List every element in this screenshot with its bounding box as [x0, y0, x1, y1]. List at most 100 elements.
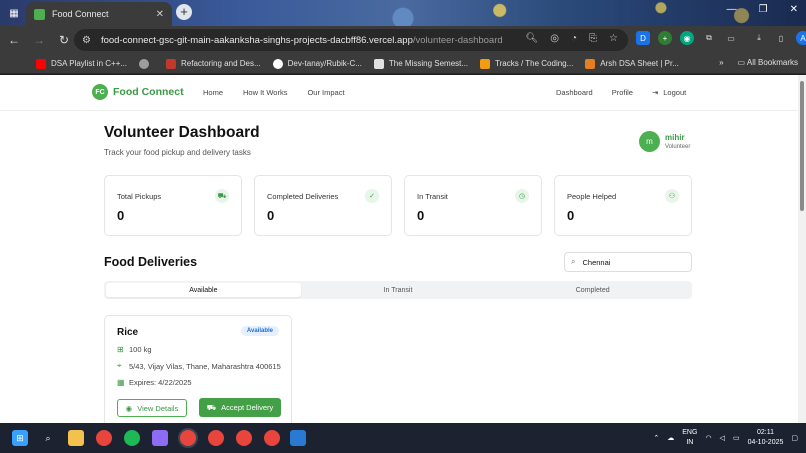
- back-icon[interactable]: ←: [3, 29, 25, 51]
- browser-tab[interactable]: Food Connect ✕: [26, 2, 172, 26]
- minimize-icon[interactable]: —: [727, 4, 737, 15]
- bookmark-item[interactable]: Tracks / The Coding...: [480, 58, 573, 69]
- bookmark-label: Dev-tanay/Rubik-C...: [287, 59, 362, 68]
- user-avatar[interactable]: m: [639, 131, 660, 152]
- chrome-profile-icon[interactable]: [264, 430, 280, 446]
- nav-home[interactable]: Home: [203, 88, 223, 97]
- accept-delivery-button[interactable]: ⛟ Accept Delivery: [199, 398, 281, 417]
- language-indicator[interactable]: ENG IN: [682, 428, 697, 448]
- windows-start-icon[interactable]: ⊞: [12, 430, 28, 446]
- copilot-icon[interactable]: [152, 430, 168, 446]
- split-icon[interactable]: ▯: [774, 31, 788, 45]
- tab-in-transit[interactable]: In Transit: [301, 283, 496, 297]
- notifications-icon[interactable]: ▢: [791, 434, 798, 442]
- user-name: mihir: [665, 133, 685, 142]
- logout-button[interactable]: ⇥ Logout: [652, 88, 686, 97]
- food-name: Rice: [117, 327, 139, 338]
- page-scrollbar[interactable]: [798, 75, 806, 423]
- stat-value: 0: [417, 208, 425, 223]
- url-text: food-connect-gsc-git-main-aakanksha-sing…: [101, 35, 503, 46]
- all-bookmarks-button[interactable]: ▭ All Bookmarks: [738, 58, 798, 67]
- logo-mark: FC: [92, 84, 108, 100]
- globe-icon: [139, 58, 150, 69]
- nav-our-impact[interactable]: Our Impact: [307, 88, 344, 97]
- chrome-icon[interactable]: [96, 430, 112, 446]
- tab-completed[interactable]: Completed: [495, 283, 690, 297]
- truck-icon: ⛟: [206, 402, 217, 412]
- nav-how-it-works[interactable]: How It Works: [243, 88, 287, 97]
- maximize-icon[interactable]: ❐: [759, 4, 768, 15]
- window-close-icon[interactable]: ✕: [790, 4, 798, 15]
- logout-icon: ⇥: [651, 88, 659, 97]
- volume-icon[interactable]: ◁: [720, 434, 725, 442]
- page-viewport: FC Food Connect Home How It Works Our Im…: [0, 75, 798, 423]
- quantity-text: 100 kg: [129, 345, 152, 354]
- performance-icon[interactable]: ◔: [571, 33, 577, 44]
- nav-links: Home How It Works Our Impact: [203, 88, 345, 97]
- scrollbar-thumb[interactable]: [800, 81, 804, 211]
- taskbar-search-icon[interactable]: ⌕: [40, 430, 56, 446]
- extensions-puzzle-icon[interactable]: ⧉: [702, 31, 716, 45]
- stat-value: 0: [567, 208, 575, 223]
- browser-toolbar: ← → ↻ ⚙ food-connect-gsc-git-main-aakank…: [0, 26, 806, 54]
- chrome-profile-icon[interactable]: [180, 430, 196, 446]
- tab-available[interactable]: Available: [106, 283, 301, 297]
- search-input[interactable]: [582, 257, 673, 267]
- bookmark-item[interactable]: Arsh DSA Sheet | Pr...: [585, 58, 679, 69]
- chrome-profile-icon[interactable]: [236, 430, 252, 446]
- nav-profile[interactable]: Profile: [612, 88, 633, 97]
- bookmark-label: DSA Playlist in C++...: [51, 59, 128, 68]
- site-info-icon[interactable]: ⚙: [82, 35, 91, 46]
- stat-card-total-pickups: Total Pickups 0 ⛟: [104, 175, 242, 236]
- tab-close-icon[interactable]: ✕: [156, 9, 164, 20]
- weather-icon[interactable]: ☁: [667, 434, 674, 442]
- search-box[interactable]: ⌕: [564, 252, 692, 272]
- nav-right: Dashboard Profile ⇥ Logout: [556, 88, 686, 97]
- date-text: 04-10-2025: [747, 439, 784, 446]
- bookmark-star-icon[interactable]: ☆: [609, 33, 618, 44]
- eye-icon: ◉: [125, 403, 133, 413]
- stat-label: Total Pickups: [117, 192, 162, 201]
- bookmarks-right: » ▭ All Bookmarks: [719, 58, 798, 67]
- address-bar[interactable]: ⚙ food-connect-gsc-git-main-aakanksha-si…: [74, 29, 628, 51]
- bookmark-item[interactable]: DSA Playlist in C++...: [36, 58, 128, 69]
- eye-off-icon[interactable]: ◎: [550, 33, 559, 44]
- download-icon[interactable]: ⤓: [752, 31, 766, 45]
- nav-dashboard[interactable]: Dashboard: [556, 88, 593, 97]
- check-circle-icon: ✓: [365, 189, 379, 203]
- bookmark-label: The Missing Semest...: [388, 59, 469, 68]
- bookmark-item[interactable]: The Missing Semest...: [373, 58, 469, 69]
- bookmark-item[interactable]: Dev-tanay/Rubik-C...: [272, 58, 362, 69]
- bookmark-item[interactable]: [139, 58, 154, 69]
- stat-card-people-helped: People Helped 0 ⚇: [554, 175, 692, 236]
- tray-overflow-icon[interactable]: ⌃: [653, 434, 659, 442]
- new-tab-button[interactable]: +: [176, 4, 192, 20]
- vscode-icon[interactable]: [290, 430, 306, 446]
- wifi-icon[interactable]: ◠: [705, 434, 711, 442]
- extension-chatgpt-icon[interactable]: ◉: [680, 31, 694, 45]
- window-controls: — ❐ ✕: [727, 4, 798, 15]
- spotify-icon[interactable]: [124, 430, 140, 446]
- bookmarks-overflow-icon[interactable]: »: [719, 58, 723, 67]
- forward-icon[interactable]: →: [28, 29, 50, 51]
- profile-avatar[interactable]: A: [796, 31, 806, 45]
- chrome-profile-icon[interactable]: [208, 430, 224, 446]
- extension-plus-icon[interactable]: +: [658, 31, 672, 45]
- sidepanel-icon[interactable]: ▭: [724, 31, 738, 45]
- calendar-icon: ▦: [117, 378, 125, 387]
- tab-search-icon[interactable]: ▦: [6, 5, 22, 21]
- github-icon: [272, 58, 283, 69]
- site-logo[interactable]: FC Food Connect: [92, 84, 184, 100]
- clock[interactable]: 02:11 04-10-2025: [748, 428, 784, 448]
- accept-delivery-label: Accept Delivery: [221, 403, 274, 412]
- extension-d-icon[interactable]: D: [636, 31, 650, 45]
- battery-icon[interactable]: ▭: [733, 434, 740, 442]
- zoom-icon[interactable]: 🔍︎: [526, 33, 539, 44]
- bookmark-item[interactable]: Refactoring and Des...: [166, 58, 261, 69]
- view-details-button[interactable]: ◉ View Details: [117, 399, 187, 417]
- reload-icon[interactable]: ↻: [53, 29, 75, 51]
- lang-text: ENG: [682, 429, 698, 436]
- time-text: 02:11: [756, 429, 774, 436]
- share-icon[interactable]: ⎘: [589, 33, 597, 44]
- file-explorer-icon[interactable]: [68, 430, 84, 446]
